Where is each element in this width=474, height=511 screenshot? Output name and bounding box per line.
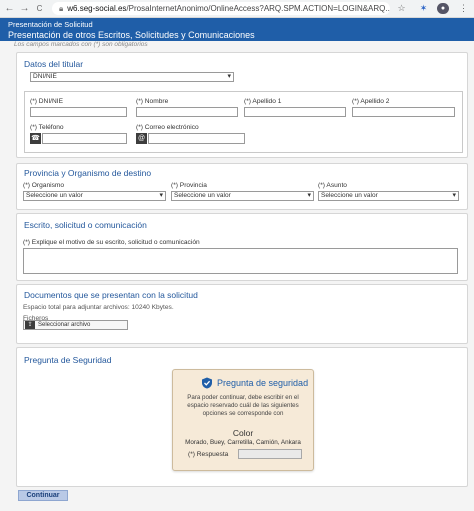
apellido2-label: (*) Apellido 2 [352,98,390,105]
organismo-select[interactable]: Seleccione un valor [23,191,166,201]
captcha-word: Color [232,428,254,438]
section-seguridad-title: Pregunta de Seguridad [24,355,112,365]
organismo-label: (*) Organismo [23,182,65,189]
nombre-input[interactable] [136,107,238,117]
back-icon[interactable]: ← [4,3,15,14]
apellido1-input[interactable] [244,107,346,117]
answer-input[interactable] [238,449,302,459]
address-bar[interactable]: 🔒︎ w6.seg-social.es/ProsaInternetAnonimo/… [52,2,390,15]
provincia-label: (*) Provincia [171,182,207,189]
continue-button[interactable]: Continuar [18,490,68,501]
space-info: Espacio total para adjuntar archivos: 10… [23,304,174,311]
extension-icon[interactable]: ✶ [418,3,429,14]
dni-input[interactable] [30,107,127,117]
section-titular-title: Datos del titular [24,59,84,69]
at-icon: @ [136,133,147,144]
provincia-select[interactable]: Seleccione un valor [171,191,314,201]
star-icon[interactable]: ☆ [396,3,407,14]
section-documentos-title: Documentos que se presentan con la solic… [24,290,198,300]
page-title: Presentación de Solicitud [8,20,93,29]
captcha-message: Para poder continuar, debe escribir en e… [187,394,299,417]
nombre-label: (*) Nombre [136,98,169,105]
apellido1-label: (*) Apellido 1 [244,98,282,105]
captcha-box: Pregunta de seguridad Para poder continu… [172,369,314,471]
section-escrito-title: Escrito, solicitud o comunicación [24,220,147,230]
section-titular: Datos del titular DNI/NIE (*) DNI/NIE (*… [16,52,468,158]
captcha-title: Pregunta de seguridad [217,378,309,388]
apellido2-input[interactable] [352,107,455,117]
telefono-label: (*) Teléfono [30,124,64,131]
answer-label: (*) Respuesta [188,451,229,458]
motivo-label: (*) Explique el motivo de su escrito, so… [23,239,200,246]
menu-icon[interactable]: ⋮ [458,3,469,14]
lock-icon: 🔒︎ [59,4,64,13]
browser-toolbar: ← → C 🔒︎ w6.seg-social.es/ProsaInternetAn… [0,0,474,18]
section-destino-title: Provincia y Organismo de destino [24,168,152,178]
app-header: Presentación de Solicitud Presentación d… [0,18,474,41]
required-fields-note: Los campos marcados con (*) son obligato… [14,41,148,48]
page-subtitle: Presentación de otros Escritos, Solicitu… [8,30,255,40]
captcha-options: Morado, Buey, Carretilla, Camión, Ankara [185,439,301,446]
section-documentos: Documentos que se presentan con la solic… [16,284,468,344]
reload-icon[interactable]: C [34,3,45,14]
section-escrito: Escrito, solicitud o comunicación (*) Ex… [16,213,468,281]
titular-fields: (*) DNI/NIE (*) Nombre (*) Apellido 1 (*… [24,91,463,153]
asunto-label: (*) Asunto [318,182,347,189]
select-file-button[interactable]: ⇪ Seleccionar archivo [23,320,128,330]
doc-type-select[interactable]: DNI/NIE [30,72,234,82]
phone-icon: ☎ [30,133,41,144]
section-destino: Provincia y Organismo de destino (*) Org… [16,163,468,210]
select-file-label: Seleccionar archivo [38,322,91,328]
address-domain: w6.seg-social.es [67,4,127,13]
motivo-textarea[interactable] [23,248,458,274]
asunto-select[interactable]: Seleccione un valor [318,191,459,201]
correo-input[interactable] [148,133,245,144]
forward-icon[interactable]: → [19,3,30,14]
profile-avatar[interactable]: ● [437,3,449,14]
upload-icon: ⇪ [25,321,35,329]
shield-icon [202,377,212,389]
telefono-input[interactable] [42,133,127,144]
dni-label: (*) DNI/NIE [30,98,63,105]
address-path: /ProsaInternetAnonimo/OnlineAccess?ARQ.S… [126,4,390,13]
correo-label: (*) Correo electrónico [136,124,199,131]
section-seguridad: Pregunta de Seguridad Pregunta de seguri… [16,347,468,487]
